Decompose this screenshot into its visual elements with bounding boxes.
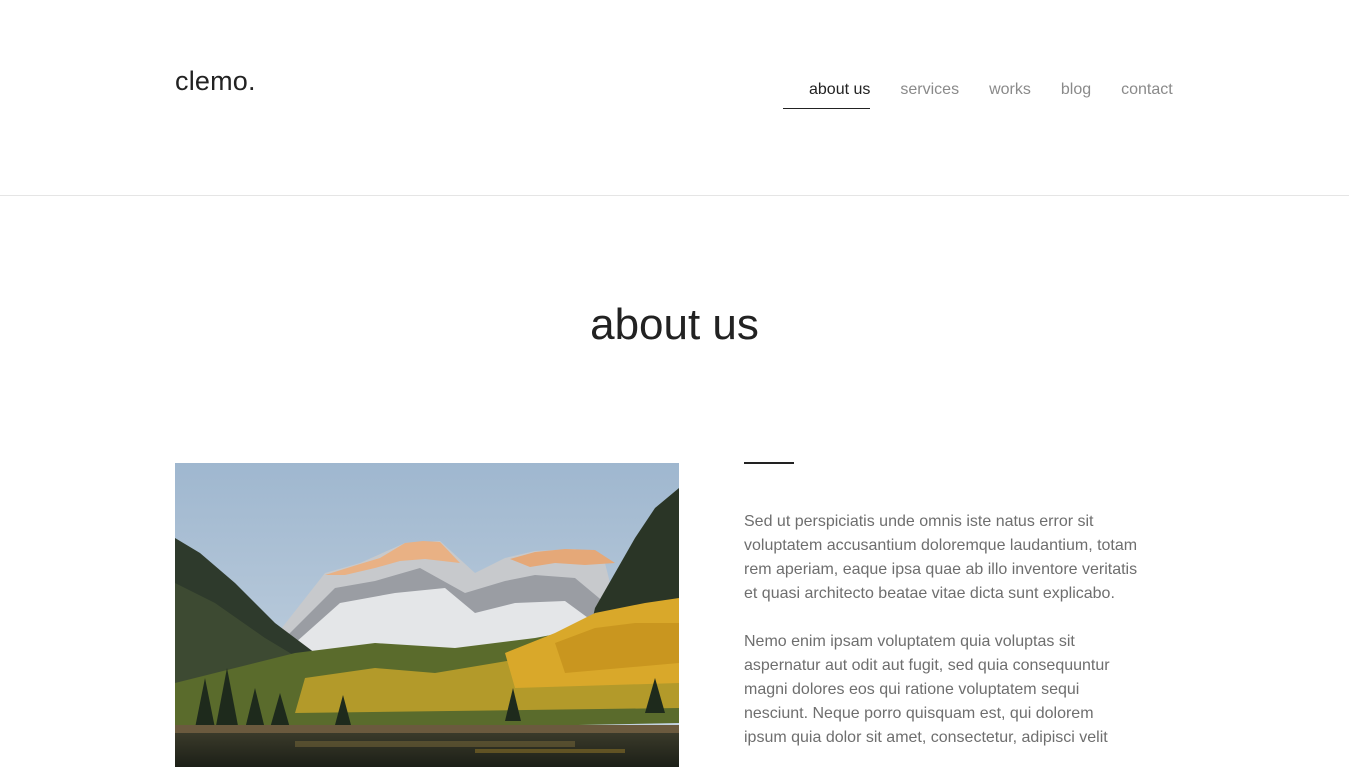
page-title: about us: [590, 300, 759, 349]
nav-item-blog[interactable]: blog: [1061, 80, 1091, 100]
nav-item-works[interactable]: works: [989, 80, 1031, 100]
about-paragraph-1: Sed ut perspiciatis unde omnis iste natu…: [744, 513, 1138, 602]
main-nav: about us services works blog contact: [783, 80, 1173, 110]
nav-item-contact[interactable]: contact: [1121, 80, 1173, 100]
nav-item-about-us[interactable]: about us: [783, 80, 871, 109]
mountain-lake-photo: [175, 463, 679, 767]
section-divider: [744, 462, 794, 464]
nav-item-services[interactable]: services: [900, 80, 959, 100]
about-text: Sed ut perspiciatis unde omnis iste natu…: [744, 510, 1139, 774]
about-paragraph-2: Nemo enim ipsam voluptatem quia voluptas…: [744, 633, 1110, 746]
site-logo[interactable]: clemo.: [175, 66, 256, 97]
site-header: clemo. about us services works blog cont…: [0, 0, 1349, 196]
